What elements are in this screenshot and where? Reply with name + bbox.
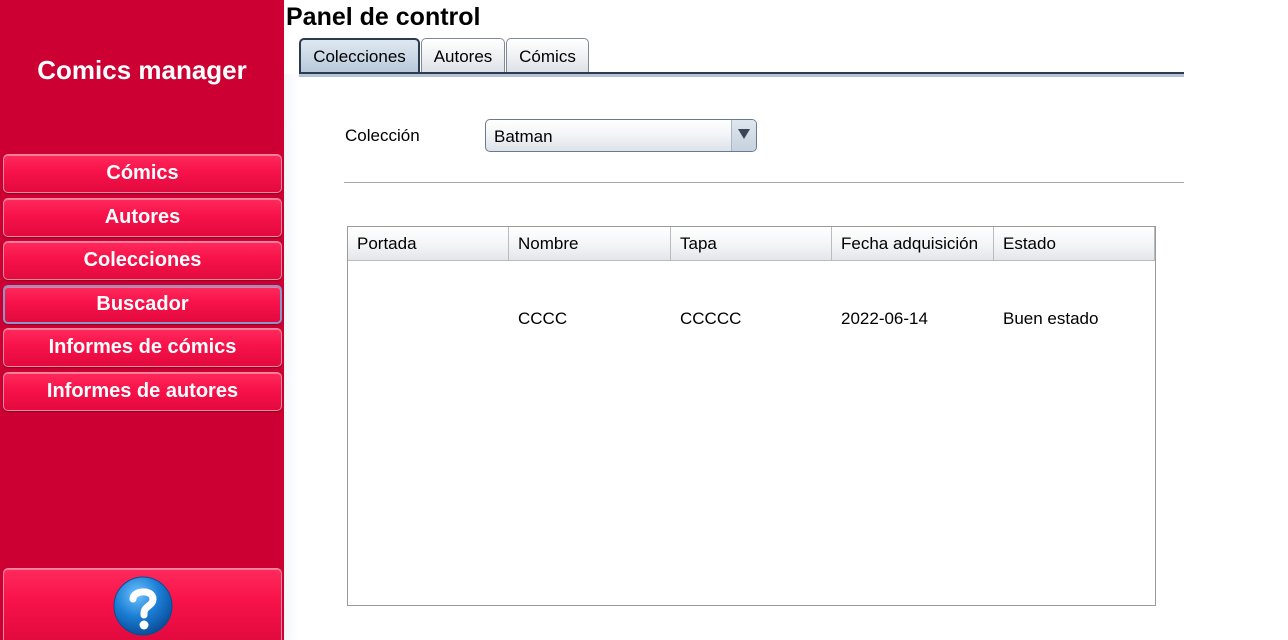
table-cell-estado: Buen estado: [1003, 309, 1099, 328]
page-title: Panel de control: [286, 3, 481, 31]
collection-select-value: Batman: [494, 127, 553, 146]
comics-table[interactable]: Portada Nombre Tapa Fecha adquisición Es…: [347, 226, 1156, 606]
tab-colecciones[interactable]: Colecciones: [299, 38, 420, 72]
chevron-down-icon[interactable]: [731, 120, 756, 151]
column-header-tapa[interactable]: Tapa: [671, 227, 832, 260]
column-header-fecha[interactable]: Fecha adquisición: [832, 227, 994, 260]
separator: [344, 182, 1184, 183]
table-cell-nombre: CCCC: [518, 309, 568, 328]
sidebar-item-comics[interactable]: Cómics: [3, 154, 282, 193]
sidebar-item-informes-autores[interactable]: Informes de autores: [3, 371, 282, 411]
table-cell-portada: [348, 261, 509, 376]
tab-panel-edge: [284, 74, 299, 640]
table-header: Portada Nombre Tapa Fecha adquisición Es…: [348, 227, 1155, 261]
question-mark-icon: [113, 576, 173, 636]
table-cell-tapa: CCCCC: [680, 309, 742, 328]
table-cell-fecha: 2022-06-14: [841, 309, 928, 328]
app-title: Comics manager: [37, 55, 247, 85]
table-row[interactable]: CCCC CCCCC 2022-06-14 Buen estado: [348, 261, 1155, 376]
sidebar-item-autores[interactable]: Autores: [3, 197, 282, 237]
column-header-estado[interactable]: Estado: [994, 227, 1155, 260]
tab-comics[interactable]: Cómics: [506, 38, 589, 72]
sidebar: Comics manager Cómics Autores Coleccione…: [0, 0, 284, 640]
collection-select[interactable]: Batman: [485, 119, 757, 152]
column-header-nombre[interactable]: Nombre: [509, 227, 671, 260]
sidebar-nav: Cómics Autores Colecciones Buscador Info…: [3, 154, 283, 415]
collection-label: Colección: [345, 126, 420, 145]
help-button[interactable]: [3, 568, 282, 640]
tab-border-highlight: [299, 74, 1184, 77]
sidebar-item-colecciones[interactable]: Colecciones: [3, 241, 282, 280]
column-header-portada[interactable]: Portada: [348, 227, 509, 260]
sidebar-item-informes-comics[interactable]: Informes de cómics: [3, 328, 282, 367]
tab-autores[interactable]: Autores: [421, 38, 505, 72]
sidebar-item-buscador[interactable]: Buscador: [3, 284, 282, 324]
